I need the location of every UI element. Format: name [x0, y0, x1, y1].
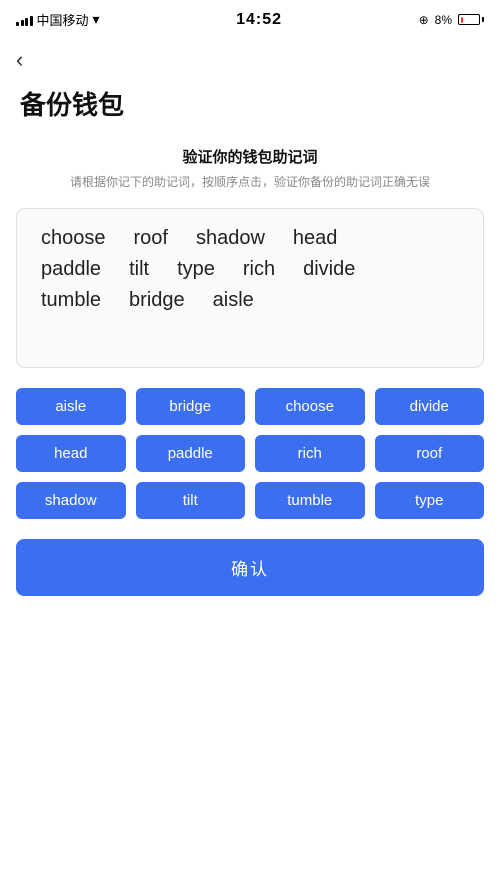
- display-word-divide: divide: [303, 258, 355, 281]
- display-word-shadow: shadow: [196, 227, 265, 250]
- status-left: 中国移动 ▾: [16, 10, 100, 29]
- word-btn-paddle[interactable]: paddle: [136, 435, 246, 472]
- word-btn-aisle[interactable]: aisle: [16, 388, 126, 425]
- word-btn-choose[interactable]: choose: [255, 388, 365, 425]
- word-buttons-grid: aisle bridge choose divide head paddle r…: [16, 388, 484, 519]
- page-title: 备份钱包: [0, 77, 500, 146]
- word-row-3: tumble bridge aisle: [41, 289, 459, 312]
- word-row-2: paddle tilt type rich divide: [41, 258, 459, 281]
- word-btn-rich[interactable]: rich: [255, 435, 365, 472]
- battery-percent: 8%: [435, 13, 452, 27]
- word-btn-bridge[interactable]: bridge: [136, 388, 246, 425]
- status-right: ⊕ 8%: [419, 13, 484, 27]
- confirm-button[interactable]: 确认: [16, 539, 484, 596]
- confirm-btn-wrapper: 确认: [16, 539, 484, 596]
- display-word-choose: choose: [41, 227, 106, 250]
- display-word-bridge: bridge: [129, 289, 185, 312]
- display-word-head-1: head: [293, 227, 338, 250]
- battery-icon: [458, 14, 484, 25]
- word-btn-tilt[interactable]: tilt: [136, 482, 246, 519]
- display-word-type: type: [177, 258, 215, 281]
- clock: 14:52: [236, 11, 282, 29]
- word-btn-tumble[interactable]: tumble: [255, 482, 365, 519]
- word-btn-head[interactable]: head: [16, 435, 126, 472]
- word-display-box: choose roof shadow head paddle tilt type…: [16, 208, 484, 368]
- word-row-1: choose roof shadow head: [41, 227, 459, 250]
- carrier-label: 中国移动: [37, 10, 89, 29]
- section-subtitle: 验证你的钱包助记词: [0, 146, 500, 167]
- display-word-rich: rich: [243, 258, 275, 281]
- word-btn-roof[interactable]: roof: [375, 435, 485, 472]
- word-btn-shadow[interactable]: shadow: [16, 482, 126, 519]
- display-word-roof: roof: [134, 227, 168, 250]
- signal-icon: [16, 14, 33, 26]
- word-btn-divide[interactable]: divide: [375, 388, 485, 425]
- section-description: 请根据你记下的助记词，按顺序点击，验证你备份的助记词正确无误: [0, 173, 500, 192]
- display-word-tumble: tumble: [41, 289, 101, 312]
- wifi-icon: ▾: [93, 11, 100, 28]
- display-word-paddle: paddle: [41, 258, 101, 281]
- display-word-aisle: aisle: [213, 289, 254, 312]
- display-word-tilt: tilt: [129, 258, 149, 281]
- status-bar: 中国移动 ▾ 14:52 ⊕ 8%: [0, 0, 500, 35]
- lock-icon: ⊕: [419, 13, 429, 27]
- word-btn-type[interactable]: type: [375, 482, 485, 519]
- back-button[interactable]: ‹: [0, 35, 39, 77]
